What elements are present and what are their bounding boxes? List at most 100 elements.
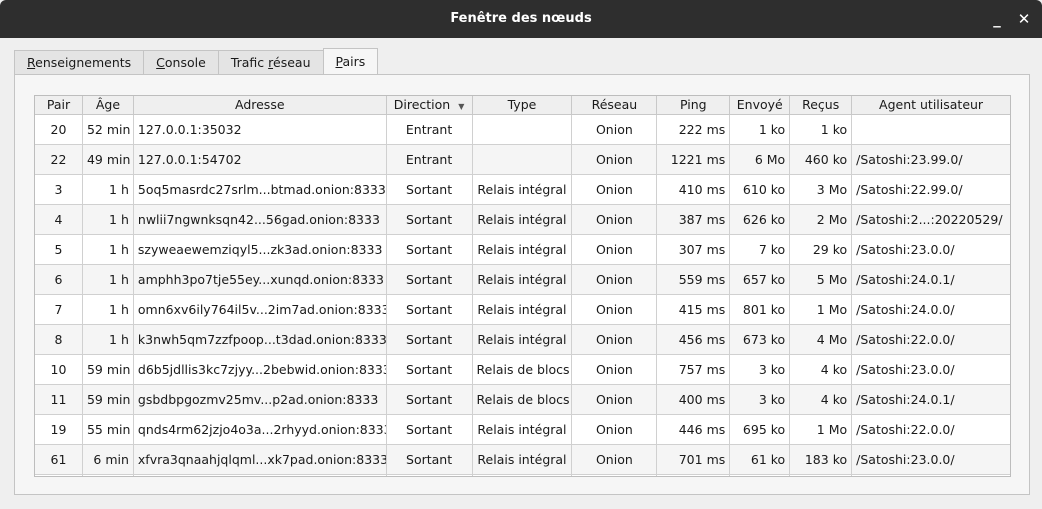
cell-type: Relais de blocs (472, 385, 573, 415)
cell-type: Relais intégral (472, 235, 573, 265)
cell-type (472, 115, 573, 145)
cell-empty (134, 475, 387, 476)
cell-recus: 183 ko (790, 445, 853, 475)
cell-adresse: 127.0.0.1:54702 (133, 145, 387, 175)
cell-ping: 307 ms (657, 235, 731, 265)
cell-reseau: Onion (572, 295, 658, 325)
cell-envoye: 801 ko (730, 295, 791, 325)
tab-label: onsole (164, 55, 206, 70)
cell-recus: 2 Mo (790, 205, 853, 235)
cell-pair: 3 (35, 175, 83, 205)
tab-console[interactable]: Console (143, 50, 219, 75)
cell-adresse: nwlii7ngwnksqn42...56gad.onion:8333 (133, 205, 387, 235)
column-header-age[interactable]: Âge (82, 96, 134, 115)
table-row[interactable]: 19 55 min qnds4rm62jzjo4o3a...2rhyyd.onion… (35, 415, 1010, 445)
close-button[interactable]: ✕ (1012, 0, 1036, 38)
window-title: Fenêtre des nœuds (450, 11, 592, 26)
pairs-panel: Pair Âge Adresse Direction ▼ Type Réseau Ping En… (14, 74, 1030, 495)
column-header-recus[interactable]: Reçus (790, 96, 853, 115)
cell-envoye: 61 ko (730, 445, 791, 475)
column-header-agent-utilisateur[interactable]: Agent utilisateur (852, 96, 1010, 115)
minimize-button[interactable]: _ (985, 0, 1009, 38)
cell-empty (790, 475, 853, 476)
table-row[interactable]: 11 59 min gsbdbpgozmv25mv...p2ad.onion:833… (35, 385, 1010, 415)
cell-recus: 4 ko (790, 355, 853, 385)
cell-pair: 11 (35, 385, 83, 415)
cell-direction: Sortant (386, 175, 473, 205)
cell-adresse: xfvra3qnaahjqlqml...xk7pad.onion:8333 (133, 445, 387, 475)
tab-label: éseau (273, 55, 311, 70)
column-header-label: Pair (46, 97, 71, 112)
column-header-envoye[interactable]: Envoyé (730, 96, 791, 115)
cell-reseau: Onion (572, 415, 658, 445)
tab-pairs[interactable]: Pairs (322, 48, 379, 74)
cell-age: 6 min (82, 445, 134, 475)
cell-direction: Sortant (386, 445, 473, 475)
cell-recus: 1 ko (790, 115, 853, 145)
cell-pair: 7 (35, 295, 83, 325)
column-header-ping[interactable]: Ping (657, 96, 731, 115)
cell-envoye: 3 ko (730, 355, 791, 385)
cell-reseau: Onion (572, 445, 658, 475)
cell-recus: 4 ko (790, 385, 853, 415)
cell-recus: 1 Mo (790, 415, 853, 445)
cell-type: Relais intégral (472, 445, 573, 475)
tab-label: enseignements (35, 55, 132, 70)
column-header-reseau[interactable]: Réseau (572, 96, 658, 115)
table-row[interactable]: 20 52 min 127.0.0.1:35032 Entrant Onion 222 m… (35, 115, 1010, 145)
cell-age: 52 min (82, 115, 134, 145)
cell-agent-utilisateur: /Satoshi:22.0.0/ (852, 415, 1010, 445)
cell-agent-utilisateur: /Satoshi:24.0.1/ (852, 385, 1010, 415)
tab-trafic-reseau[interactable]: Trafic réseau (217, 50, 324, 75)
column-header-label: Agent utilisateur (879, 97, 984, 112)
cell-pair: 4 (35, 205, 83, 235)
table-row[interactable]: 61 h amphh3po7tje55ey...xunqd.onion:8333 S… (35, 265, 1010, 295)
table-row[interactable]: 41 h nwlii7ngwnksqn42...56gad.onion:8333 S… (35, 205, 1010, 235)
cell-agent-utilisateur: /Satoshi:22.99.0/ (852, 175, 1010, 205)
column-header-label: Envoyé (736, 97, 783, 112)
column-header-label: Direction (393, 97, 451, 112)
cell-pair: 5 (35, 235, 83, 265)
cell-recus: 5 Mo (790, 265, 853, 295)
cell-reseau: Onion (572, 325, 658, 355)
cell-type: Relais intégral (472, 205, 573, 235)
cell-adresse: szyweaewemziqyl5...zk3ad.onion:8333 (133, 235, 387, 265)
column-header-direction[interactable]: Direction ▼ (386, 96, 473, 115)
column-header-label: Âge (95, 97, 121, 112)
cell-adresse: k3nwh5qm7zzfpoop...t3dad.onion:8333 (133, 325, 387, 355)
cell-agent-utilisateur: /Satoshi:23.0.0/ (852, 445, 1010, 475)
cell-age: 49 min (82, 145, 134, 175)
cell-age: 59 min (82, 355, 134, 385)
cell-ping: 446 ms (657, 415, 731, 445)
column-header-adresse[interactable]: Adresse (133, 96, 387, 115)
cell-empty (730, 475, 791, 476)
column-header-pair[interactable]: Pair (35, 96, 83, 115)
cell-direction: Sortant (386, 235, 473, 265)
table-row[interactable]: 71 h omn6xv6ily764il5v...2im7ad.onion:833… (35, 295, 1010, 325)
cell-agent-utilisateur: /Satoshi:23.0.0/ (852, 235, 1010, 265)
tab-renseignements[interactable]: Renseignements (14, 50, 145, 75)
column-header-type[interactable]: Type (472, 96, 573, 115)
cell-pair: 22 (35, 145, 83, 175)
cell-ping: 400 ms (657, 385, 731, 415)
table-row[interactable]: 61 6 min xfvra3qnaahjqlqml...xk7pad.onion:… (35, 445, 1010, 475)
cell-reseau: Onion (572, 175, 658, 205)
cell-reseau: Onion (572, 265, 658, 295)
table-row[interactable]: 22 49 min 127.0.0.1:54702 Entrant Onion 1221 … (35, 145, 1010, 175)
cell-envoye: 6 Mo (730, 145, 791, 175)
table-row[interactable]: 81 h k3nwh5qm7zzfpoop...t3dad.onion:8333 S… (35, 325, 1010, 355)
cell-adresse: gsbdbpgozmv25mv...p2ad.onion:8333 (133, 385, 387, 415)
table-row[interactable]: 10 59 min d6b5jdllis3kc7zjyy...2bebwid.oni… (35, 355, 1010, 385)
table-row[interactable]: 51 h szyweaewemziqyl5...zk3ad.onion:8333 S… (35, 235, 1010, 265)
cell-pair: 61 (35, 445, 83, 475)
cell-envoye: 673 ko (730, 325, 791, 355)
cell-reseau: Onion (572, 145, 658, 175)
cell-direction: Sortant (386, 265, 473, 295)
cell-age: 1 h (82, 175, 134, 205)
cell-age: 1 h (82, 295, 134, 325)
cell-adresse: qnds4rm62jzjo4o3a...2rhyyd.onion:8333 (133, 415, 387, 445)
sort-arrow-icon[interactable]: ▼ (458, 102, 464, 111)
table-row[interactable]: 31 h 5oq5masrdc27srlm...btmad.onion:8333 S… (35, 175, 1010, 205)
cell-direction: Sortant (386, 325, 473, 355)
cell-envoye: 3 ko (730, 385, 791, 415)
